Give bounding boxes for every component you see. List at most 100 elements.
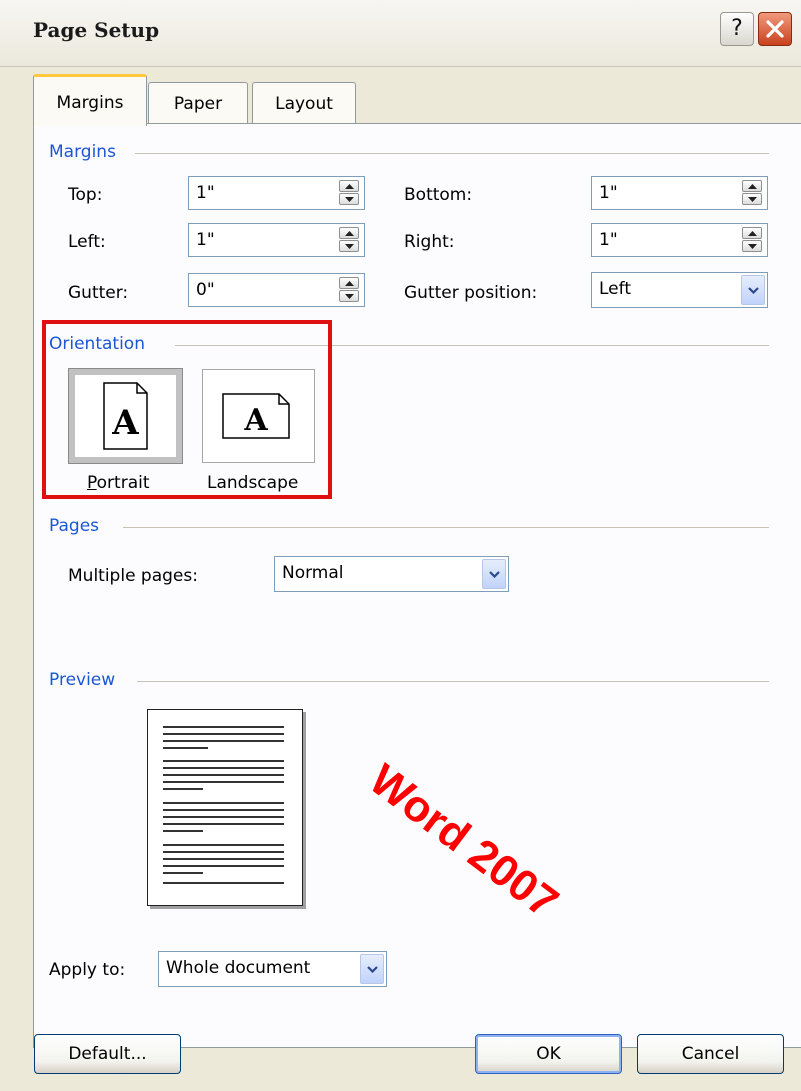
pages-divider	[123, 527, 769, 528]
cancel-button-label: Cancel	[681, 1044, 740, 1064]
preview-line	[163, 823, 284, 825]
left-margin-value: 1"	[196, 230, 215, 250]
right-label: Right:	[404, 232, 455, 252]
arrow-down-icon	[345, 244, 354, 249]
spin-down-button[interactable]	[339, 290, 359, 302]
dropdown-button[interactable]	[360, 954, 384, 984]
gutter-position-label: Gutter position:	[404, 283, 538, 303]
apply-to-select[interactable]: Whole document	[158, 951, 387, 987]
left-label: Left:	[68, 232, 106, 252]
ok-button-label: OK	[536, 1044, 561, 1064]
help-button[interactable]: ?	[720, 12, 754, 46]
arrow-up-icon	[345, 281, 354, 286]
preview-line	[163, 858, 284, 860]
help-icon: ?	[731, 16, 743, 41]
apply-to-value: Whole document	[166, 958, 311, 978]
chevron-down-icon	[748, 287, 759, 294]
gutter-label: Gutter:	[68, 283, 129, 303]
spin-buttons	[742, 227, 764, 253]
dialog-title: Page Setup	[33, 18, 160, 42]
arrow-up-icon	[748, 184, 757, 189]
spin-up-button[interactable]	[339, 180, 359, 192]
spin-buttons	[339, 227, 361, 253]
spin-up-button[interactable]	[339, 227, 359, 239]
preview-line	[163, 865, 284, 867]
margins-divider	[135, 153, 769, 154]
arrow-down-icon	[345, 197, 354, 202]
preview-line	[163, 872, 203, 874]
cancel-button[interactable]: Cancel	[637, 1034, 784, 1074]
preview-page	[147, 709, 303, 906]
apply-to-label: Apply to:	[49, 960, 126, 980]
arrow-down-icon	[748, 197, 757, 202]
preview-line	[163, 760, 284, 762]
top-label: Top:	[68, 185, 103, 205]
arrow-up-icon	[748, 231, 757, 236]
preview-line	[163, 788, 203, 790]
chevron-down-icon	[489, 571, 500, 578]
chevron-down-icon	[367, 966, 378, 973]
pages-section-header: Pages	[49, 516, 100, 536]
preview-line	[163, 802, 284, 804]
gutter-position-select[interactable]: Left	[591, 272, 768, 308]
spin-buttons	[339, 277, 361, 303]
arrow-up-icon	[345, 231, 354, 236]
multiple-pages-select[interactable]: Normal	[274, 556, 509, 592]
gutter-spinner[interactable]: 0"	[188, 273, 365, 307]
gutter-value: 0"	[196, 280, 215, 300]
spin-down-button[interactable]	[742, 240, 762, 252]
top-margin-value: 1"	[196, 183, 215, 203]
margins-section-header: Margins	[49, 142, 116, 162]
tab-layout[interactable]: Layout	[252, 82, 356, 123]
bottom-margin-spinner[interactable]: 1"	[591, 176, 768, 210]
preview-divider	[137, 681, 769, 682]
spin-buttons	[742, 180, 764, 206]
close-button[interactable]	[758, 12, 792, 46]
default-button-label: Default...	[68, 1044, 147, 1064]
preview-line	[163, 740, 284, 742]
title-bar: Page Setup ?	[0, 0, 801, 67]
dropdown-button[interactable]	[741, 275, 765, 305]
top-margin-spinner[interactable]: 1"	[188, 176, 365, 210]
right-margin-value: 1"	[599, 230, 618, 250]
spin-buttons	[339, 180, 361, 206]
preview-line	[163, 733, 284, 735]
preview-line	[163, 816, 284, 818]
arrow-down-icon	[748, 244, 757, 249]
gutter-position-value: Left	[599, 279, 631, 299]
preview-line	[163, 767, 284, 769]
preview-section-header: Preview	[49, 670, 116, 690]
spin-up-button[interactable]	[742, 180, 762, 192]
right-margin-spinner[interactable]: 1"	[591, 223, 768, 257]
left-margin-spinner[interactable]: 1"	[188, 223, 365, 257]
multiple-pages-label: Multiple pages:	[68, 566, 198, 586]
preview-line	[163, 809, 284, 811]
spin-down-button[interactable]	[742, 193, 762, 205]
arrow-down-icon	[345, 294, 354, 299]
preview-line	[163, 774, 284, 776]
preview-line	[163, 781, 284, 783]
spin-up-button[interactable]	[339, 277, 359, 289]
tab-margins[interactable]: Margins	[33, 74, 147, 126]
dropdown-button[interactable]	[482, 559, 506, 589]
close-icon	[766, 20, 784, 38]
spin-up-button[interactable]	[742, 227, 762, 239]
preview-line	[163, 851, 284, 853]
preview-line	[163, 882, 284, 884]
preview-line	[163, 747, 208, 749]
tab-margins-label: Margins	[56, 93, 124, 113]
multiple-pages-value: Normal	[282, 563, 344, 583]
arrow-up-icon	[345, 184, 354, 189]
default-button[interactable]: Default...	[34, 1034, 181, 1074]
ok-button[interactable]: OK	[475, 1034, 622, 1074]
bottom-margin-value: 1"	[599, 183, 618, 203]
tab-paper-label: Paper	[173, 94, 223, 114]
page-setup-dialog: Page Setup ? Paper Layout Margins Margin…	[0, 0, 801, 1091]
preview-line	[163, 844, 284, 846]
bottom-label: Bottom:	[404, 185, 473, 205]
preview-line	[163, 726, 284, 728]
tab-layout-label: Layout	[275, 94, 333, 114]
tab-paper[interactable]: Paper	[148, 82, 248, 123]
spin-down-button[interactable]	[339, 240, 359, 252]
spin-down-button[interactable]	[339, 193, 359, 205]
